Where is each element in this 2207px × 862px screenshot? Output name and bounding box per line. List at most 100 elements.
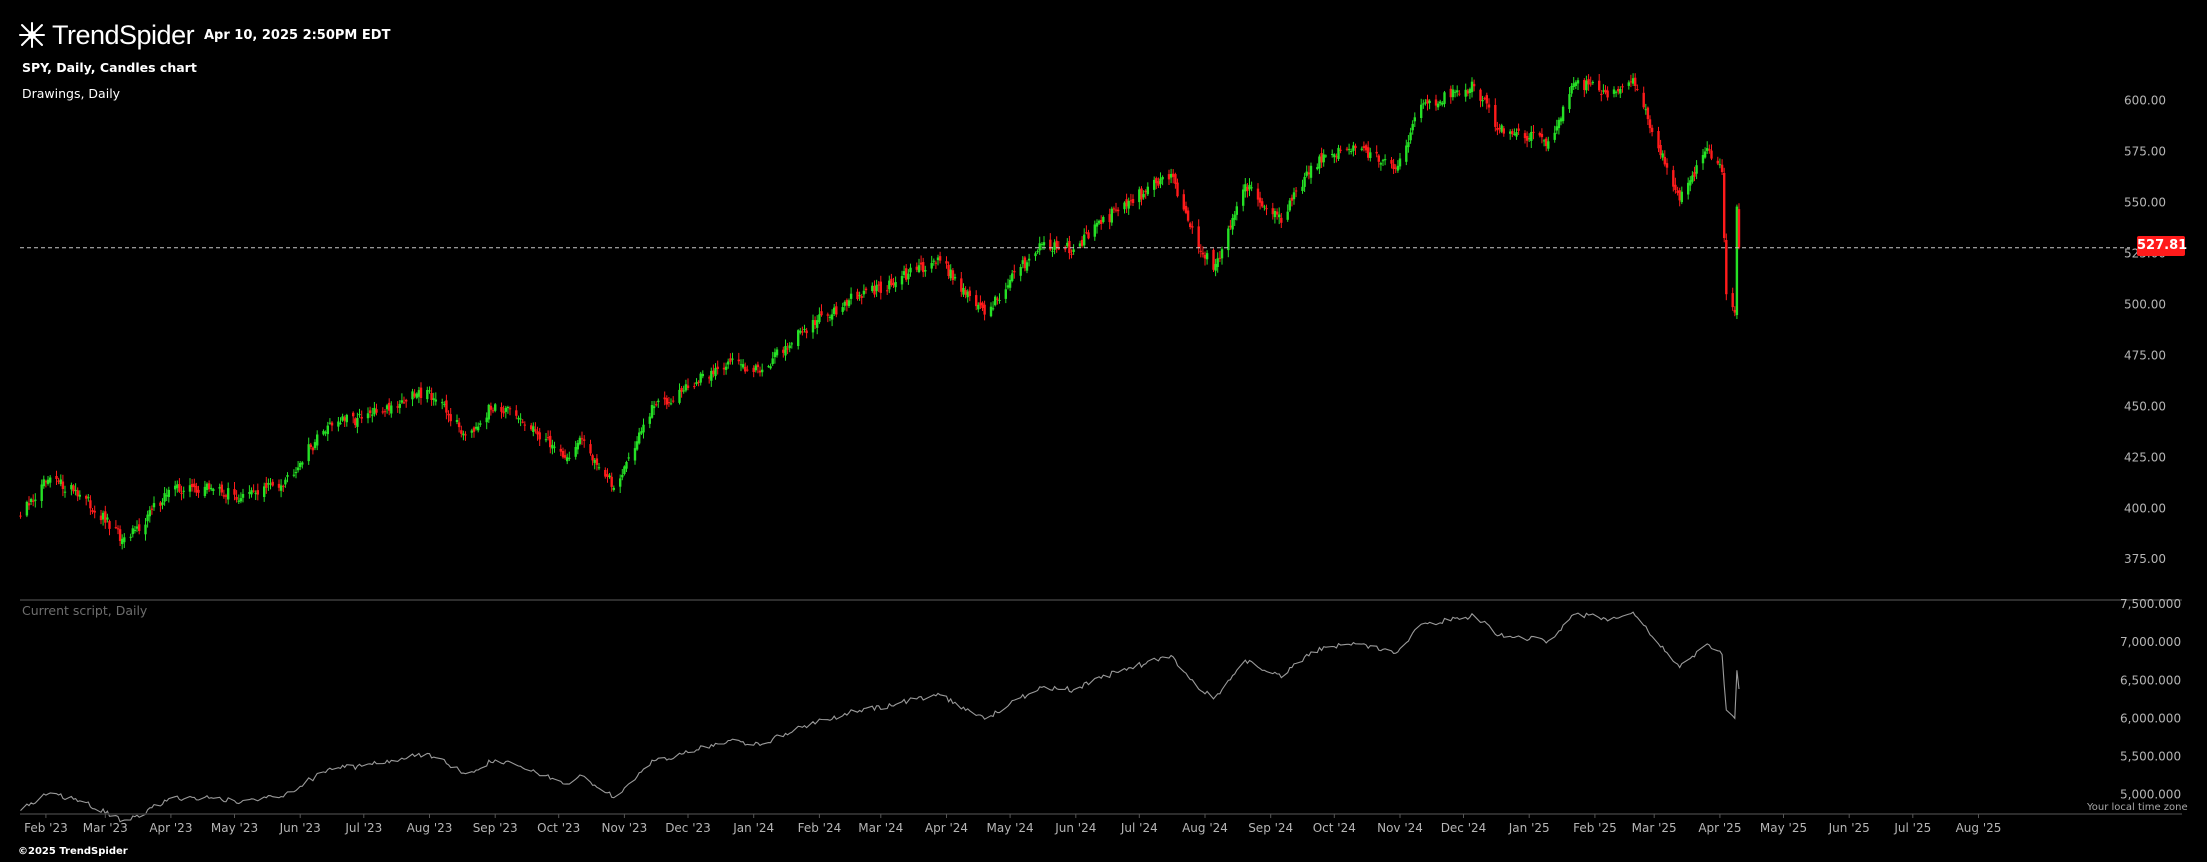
candle-body	[1265, 208, 1268, 210]
candle	[419, 382, 423, 405]
candle-body	[445, 400, 448, 413]
candle-body	[167, 489, 170, 497]
candle-body	[1449, 88, 1452, 98]
candle	[1612, 86, 1616, 98]
candle	[845, 298, 849, 312]
candle-body	[1027, 258, 1031, 261]
candle-body	[1182, 194, 1185, 210]
candle	[1320, 147, 1323, 168]
candle	[1511, 128, 1514, 138]
candle-body	[1540, 133, 1544, 138]
price-chart[interactable]: 600.00575.00550.00525.00500.00475.00450.…	[0, 0, 2207, 862]
candle	[32, 494, 35, 507]
candle-body	[930, 263, 933, 269]
candle	[1706, 141, 1709, 154]
candle-body	[890, 278, 893, 285]
candle-body	[1443, 92, 1446, 104]
candle-body	[1496, 127, 1499, 131]
candle-body	[843, 301, 846, 306]
candle-body	[286, 475, 289, 477]
candle	[566, 453, 569, 465]
candle-body	[1013, 270, 1016, 273]
candle-body	[684, 384, 688, 391]
candle-body	[1286, 211, 1289, 220]
candle	[919, 255, 923, 271]
candle	[1303, 172, 1306, 192]
candle	[769, 363, 772, 370]
candle	[159, 501, 162, 512]
candle	[487, 403, 490, 423]
candle	[1392, 158, 1395, 174]
candle	[568, 451, 571, 461]
candle	[227, 482, 230, 505]
candle-body	[894, 282, 897, 288]
candle	[1634, 73, 1637, 92]
candle-body	[1511, 131, 1514, 135]
time-tick-label: Jan '25	[1508, 821, 1550, 835]
candle-body	[1441, 103, 1444, 105]
candle-body	[432, 398, 435, 400]
candle	[1110, 206, 1113, 226]
candle	[1080, 236, 1084, 248]
candle	[44, 479, 48, 488]
candle	[612, 485, 615, 492]
candle-body	[413, 393, 416, 397]
candle	[1288, 198, 1291, 212]
candle-body	[989, 306, 993, 317]
candle-body	[34, 499, 37, 501]
candle-body	[1665, 163, 1669, 168]
candle	[144, 518, 147, 541]
candle-body	[574, 447, 577, 457]
candle	[1275, 208, 1279, 220]
candle-body	[301, 462, 304, 465]
candle	[938, 251, 942, 264]
candle-body	[871, 285, 874, 291]
candle	[710, 367, 713, 387]
candle	[1422, 99, 1425, 109]
candle-body	[1095, 222, 1099, 227]
candle	[875, 279, 878, 297]
candle	[354, 417, 357, 428]
candle	[1570, 83, 1573, 97]
candle	[1023, 255, 1027, 272]
candle-body	[530, 425, 533, 430]
candle	[964, 286, 967, 299]
candle-body	[1100, 220, 1103, 224]
candle-body	[1451, 89, 1455, 98]
candle-body	[549, 435, 552, 448]
candle	[1064, 245, 1067, 253]
candle	[233, 482, 236, 501]
candle	[606, 468, 609, 483]
candle-body	[797, 330, 800, 346]
candle-body	[104, 511, 107, 523]
candle	[1689, 176, 1692, 192]
time-tick-label: Apr '25	[1698, 821, 1741, 835]
candle	[589, 439, 592, 456]
candle-body	[964, 290, 967, 295]
candle-body	[55, 476, 58, 479]
candle-body	[1176, 182, 1179, 197]
candle-body	[447, 413, 450, 416]
candle-body	[1347, 149, 1351, 151]
time-tick-label: Feb '25	[1573, 821, 1617, 835]
candle	[532, 422, 535, 437]
candle	[457, 417, 461, 433]
candle	[1083, 228, 1086, 248]
time-tick-label: Oct '24	[1313, 821, 1356, 835]
candle-body	[210, 487, 213, 490]
candle	[544, 433, 548, 443]
candle	[460, 425, 463, 438]
candle-body	[254, 492, 257, 494]
candle-body	[250, 490, 253, 495]
candle	[343, 415, 346, 427]
candle-body	[233, 489, 236, 495]
candle	[580, 431, 584, 445]
candle-body	[237, 500, 240, 502]
candle-body	[309, 444, 312, 447]
candle-body	[508, 408, 512, 410]
candle-body	[87, 497, 90, 499]
candle	[148, 506, 151, 523]
time-tick-label: Jun '23	[279, 821, 321, 835]
local-timezone-label[interactable]: Your local time zone	[2087, 802, 2188, 813]
candle-body	[947, 264, 950, 276]
